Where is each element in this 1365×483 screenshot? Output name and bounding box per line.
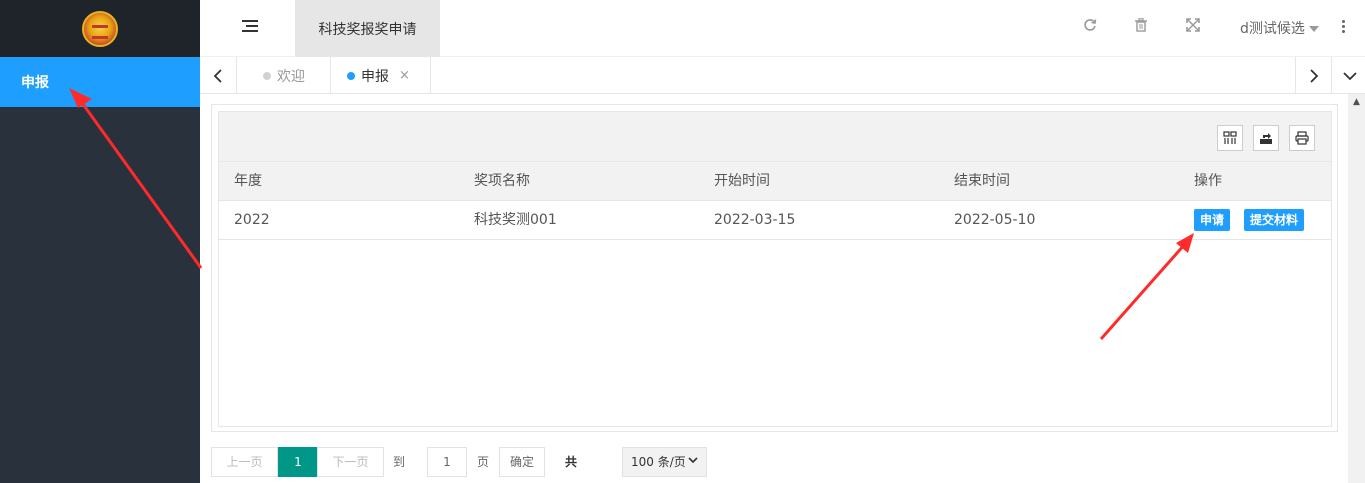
next-page-button[interactable]: 下一页 — [317, 447, 384, 477]
submit-materials-button[interactable]: 提交材料 — [1244, 209, 1305, 231]
tabs-scroll-left-icon[interactable] — [200, 57, 237, 94]
more-icon[interactable] — [1342, 20, 1346, 34]
sidebar: 申报 — [0, 0, 200, 483]
header-title-tab[interactable]: 科技奖报奖申请 — [295, 0, 440, 57]
column-header-actions: 操作 — [1194, 173, 1222, 189]
tab-label: 申报 — [361, 68, 389, 85]
page-size-value: 100 条/页 — [631, 455, 686, 469]
export-icon[interactable] — [1253, 125, 1279, 151]
confirm-button[interactable]: 确定 — [499, 447, 545, 477]
top-header: 科技奖报奖申请 d测试候选 — [200, 0, 1365, 57]
user-menu[interactable]: d测试候选 — [1240, 18, 1319, 38]
column-header-year[interactable]: 年度 — [234, 162, 262, 201]
tabs-dropdown-icon[interactable] — [1331, 57, 1365, 94]
header-title: 科技奖报奖申请 — [318, 21, 417, 38]
menu-toggle-icon[interactable] — [242, 20, 258, 36]
chevron-down-icon — [688, 448, 698, 476]
cell-year: 2022 — [234, 212, 270, 228]
cell-start-time: 2022-03-15 — [714, 212, 796, 228]
data-table: 年度 奖项名称 开始时间 结束时间 操作 2022 科技奖测001 2022-0… — [218, 111, 1332, 427]
tab-dot-icon — [347, 71, 355, 80]
tabs-scroll-right-icon[interactable] — [1295, 57, 1332, 94]
total-count: 共 1 条 — [565, 455, 578, 469]
tab-label: 欢迎 — [277, 68, 305, 85]
sidebar-item-label: 申报 — [21, 75, 49, 91]
scroll-up-icon[interactable]: ▲ — [1348, 94, 1365, 111]
fullscreen-icon[interactable] — [1183, 18, 1203, 38]
close-icon[interactable]: × — [399, 68, 410, 83]
current-page[interactable]: 1 — [278, 447, 318, 477]
goto-page-input[interactable] — [427, 447, 467, 477]
caret-down-icon — [1308, 26, 1319, 32]
page-size-select[interactable]: 100 条/页 — [622, 447, 707, 477]
content-panel: 年度 奖项名称 开始时间 结束时间 操作 2022 科技奖测001 2022-0… — [211, 104, 1338, 432]
apply-button[interactable]: 申请 — [1194, 209, 1231, 231]
logo-area — [0, 0, 200, 57]
column-filter-icon[interactable] — [1217, 125, 1243, 151]
vertical-scrollbar[interactable]: ▲ — [1348, 94, 1365, 483]
column-header-end-time[interactable]: 结束时间 — [954, 162, 1010, 201]
tab-apply[interactable]: 申报 × — [331, 57, 431, 94]
print-icon[interactable] — [1289, 125, 1315, 151]
table-toolbar — [219, 112, 1331, 162]
user-name: d测试候选 — [1240, 21, 1305, 37]
tabs-bar: 欢迎 申报 × — [200, 57, 1365, 94]
page-label: 页 — [477, 455, 490, 469]
table-row: 2022 科技奖测001 2022-03-15 2022-05-10 申请 提交… — [219, 201, 1331, 240]
tab-dot-icon — [263, 71, 271, 80]
cell-end-time: 2022-05-10 — [954, 212, 1036, 228]
tab-welcome[interactable]: 欢迎 — [237, 57, 331, 94]
refresh-icon[interactable] — [1080, 18, 1100, 38]
prev-page-button[interactable]: 上一页 — [211, 447, 278, 477]
trash-icon[interactable] — [1131, 18, 1151, 38]
sidebar-item-apply[interactable]: 申报 — [0, 57, 200, 107]
logo — [82, 10, 118, 47]
column-header-award-name[interactable]: 奖项名称 — [474, 162, 530, 201]
cell-award-name: 科技奖测001 — [474, 212, 557, 228]
table-header: 年度 奖项名称 开始时间 结束时间 操作 — [219, 162, 1331, 201]
goto-label: 到第 — [393, 455, 406, 469]
column-header-start-time[interactable]: 开始时间 — [714, 162, 770, 201]
